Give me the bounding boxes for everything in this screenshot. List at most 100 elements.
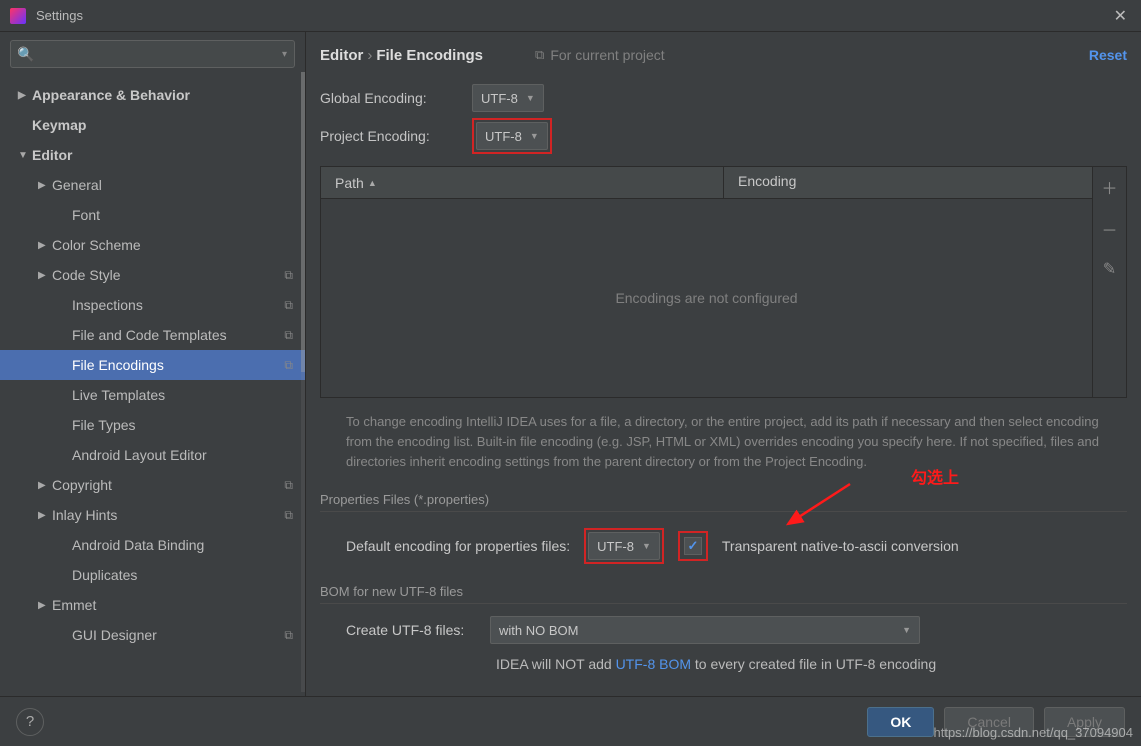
project-encoding-select[interactable]: UTF-8▼ xyxy=(476,122,548,150)
tree-item-label: General xyxy=(52,177,102,193)
tree-item-label: GUI Designer xyxy=(72,627,157,643)
description-text: To change encoding IntelliJ IDEA uses fo… xyxy=(320,398,1127,480)
remove-icon[interactable]: － xyxy=(1101,217,1117,241)
tree-item-label: Emmet xyxy=(52,597,96,613)
expand-arrow-icon[interactable] xyxy=(18,90,32,101)
scope-hint: ⧉ For current project xyxy=(535,47,665,63)
tree-item-label: File Encodings xyxy=(72,357,164,373)
sidebar-scrollbar-thumb[interactable] xyxy=(301,72,305,372)
search-history-icon[interactable]: ▾ xyxy=(282,49,287,60)
tree-item-label: Android Data Binding xyxy=(72,537,204,553)
tree-item-appearance-behavior[interactable]: Appearance & Behavior xyxy=(0,80,305,110)
project-scope-icon: ⧉ xyxy=(284,628,293,643)
properties-encoding-select[interactable]: UTF-8▼ xyxy=(588,532,660,560)
tree-item-file-encodings[interactable]: File Encodings ⧉ xyxy=(0,350,305,380)
chevron-down-icon: ▼ xyxy=(642,541,651,551)
properties-section-header: Properties Files (*.properties) xyxy=(320,492,1127,512)
tree-item-duplicates[interactable]: Duplicates xyxy=(0,560,305,590)
tree-item-label: File and Code Templates xyxy=(72,327,227,343)
tree-item-color-scheme[interactable]: Color Scheme xyxy=(0,230,305,260)
expand-arrow-icon[interactable] xyxy=(38,180,52,191)
tree-item-inlay-hints[interactable]: Inlay Hints ⧉ xyxy=(0,500,305,530)
expand-arrow-icon[interactable] xyxy=(38,510,52,521)
tree-item-font[interactable]: Font xyxy=(0,200,305,230)
search-input[interactable] xyxy=(10,40,295,68)
bom-note: IDEA will NOT add UTF-8 BOM to every cre… xyxy=(320,650,1127,672)
settings-tree: Appearance & Behavior Keymap Editor General… xyxy=(0,76,305,650)
transparent-ascii-checkbox[interactable] xyxy=(684,537,702,555)
help-button[interactable]: ? xyxy=(16,708,44,736)
tree-item-inspections[interactable]: Inspections ⧉ xyxy=(0,290,305,320)
tree-item-label: Editor xyxy=(32,147,72,163)
annotation-text: 勾选上 xyxy=(911,464,959,488)
tree-item-keymap[interactable]: Keymap xyxy=(0,110,305,140)
chevron-down-icon: ▼ xyxy=(902,625,911,635)
app-icon xyxy=(10,8,26,24)
tree-item-android-layout-editor[interactable]: Android Layout Editor xyxy=(0,440,305,470)
window-title: Settings xyxy=(36,8,83,23)
project-scope-icon: ⧉ xyxy=(284,358,293,373)
tree-item-gui-designer[interactable]: GUI Designer ⧉ xyxy=(0,620,305,650)
bom-select[interactable]: with NO BOM▼ xyxy=(490,616,920,644)
chevron-down-icon: ▼ xyxy=(526,93,535,103)
sidebar: 🔍 ▾ Appearance & Behavior Keymap Editor Gen… xyxy=(0,32,306,696)
tree-item-editor[interactable]: Editor xyxy=(0,140,305,170)
global-encoding-select[interactable]: UTF-8▼ xyxy=(472,84,544,112)
bom-label: Create UTF-8 files: xyxy=(346,622,476,638)
utf8-bom-link[interactable]: UTF-8 BOM xyxy=(616,656,691,672)
properties-encoding-label: Default encoding for properties files: xyxy=(346,538,570,554)
project-encoding-label: Project Encoding: xyxy=(320,128,460,144)
tree-item-label: File Types xyxy=(72,417,136,433)
chevron-down-icon: ▼ xyxy=(530,131,539,141)
sort-asc-icon: ▲ xyxy=(368,178,377,188)
tree-item-label: Inlay Hints xyxy=(52,507,117,523)
annotation-highlight xyxy=(678,531,708,561)
watermark: https://blog.csdn.net/qq_37094904 xyxy=(934,725,1134,740)
tree-item-file-types[interactable]: File Types xyxy=(0,410,305,440)
column-header-path[interactable]: Path▲ xyxy=(321,167,724,198)
expand-arrow-icon[interactable] xyxy=(18,150,32,161)
ok-button[interactable]: OK xyxy=(867,707,934,737)
table-empty-text: Encodings are not configured xyxy=(321,199,1092,397)
expand-arrow-icon[interactable] xyxy=(38,270,52,281)
tree-item-label: Color Scheme xyxy=(52,237,141,253)
tree-item-label: Copyright xyxy=(52,477,112,493)
tree-item-code-style[interactable]: Code Style ⧉ xyxy=(0,260,305,290)
edit-icon[interactable]: ✎ xyxy=(1103,259,1116,279)
project-scope-icon: ⧉ xyxy=(284,508,293,523)
annotation-highlight: UTF-8▼ xyxy=(472,118,552,154)
search-icon: 🔍 xyxy=(17,46,34,63)
titlebar: Settings ✕ xyxy=(0,0,1141,32)
project-scope-icon: ⧉ xyxy=(284,328,293,343)
project-scope-icon: ⧉ xyxy=(284,298,293,313)
reset-link[interactable]: Reset xyxy=(1089,47,1127,63)
expand-arrow-icon[interactable] xyxy=(38,480,52,491)
tree-item-live-templates[interactable]: Live Templates xyxy=(0,380,305,410)
main-panel: Editor›File Encodings ⧉ For current proj… xyxy=(306,32,1141,696)
encodings-table: Path▲ Encoding Encodings are not configu… xyxy=(320,166,1127,398)
tree-item-label: Duplicates xyxy=(72,567,137,583)
tree-item-label: Appearance & Behavior xyxy=(32,87,190,103)
column-header-encoding[interactable]: Encoding xyxy=(724,167,1092,198)
breadcrumb: Editor›File Encodings xyxy=(320,47,483,64)
expand-arrow-icon[interactable] xyxy=(38,600,52,611)
add-icon[interactable]: ＋ xyxy=(1101,175,1117,199)
transparent-ascii-label: Transparent native-to-ascii conversion xyxy=(722,538,959,554)
tree-item-android-data-binding[interactable]: Android Data Binding xyxy=(0,530,305,560)
project-scope-icon: ⧉ xyxy=(284,268,293,283)
project-scope-icon: ⧉ xyxy=(284,478,293,493)
copy-icon: ⧉ xyxy=(535,47,544,63)
tree-item-label: Code Style xyxy=(52,267,120,283)
tree-item-label: Keymap xyxy=(32,117,86,133)
close-icon[interactable]: ✕ xyxy=(1110,2,1131,30)
tree-item-label: Android Layout Editor xyxy=(72,447,207,463)
tree-item-general[interactable]: General xyxy=(0,170,305,200)
tree-item-copyright[interactable]: Copyright ⧉ xyxy=(0,470,305,500)
tree-item-label: Live Templates xyxy=(72,387,165,403)
tree-item-emmet[interactable]: Emmet xyxy=(0,590,305,620)
global-encoding-label: Global Encoding: xyxy=(320,90,460,106)
annotation-highlight: UTF-8▼ xyxy=(584,528,664,564)
tree-item-file-and-code-templates[interactable]: File and Code Templates ⧉ xyxy=(0,320,305,350)
tree-item-label: Inspections xyxy=(72,297,143,313)
expand-arrow-icon[interactable] xyxy=(38,240,52,251)
